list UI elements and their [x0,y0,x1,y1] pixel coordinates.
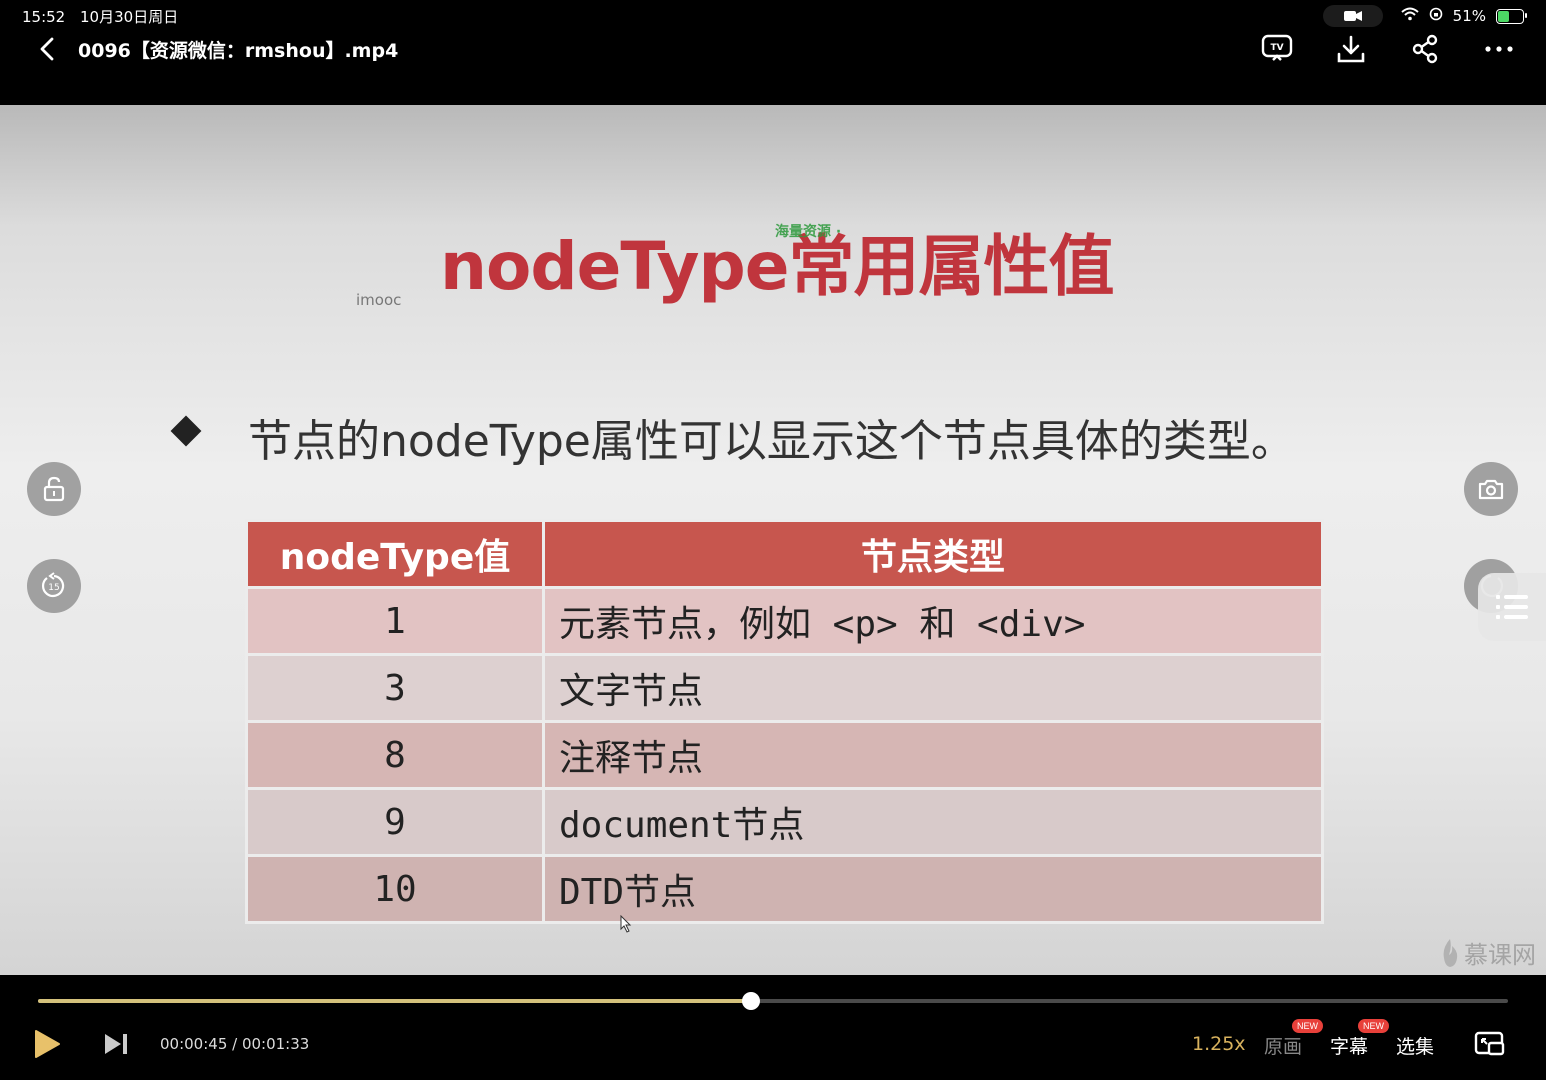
table-row: 8 注释节点 [245,720,1324,790]
video-title: 0096【资源微信：rmshou】.mp4 [78,40,399,62]
cell-type: document节点 [542,787,1324,857]
subtitle-new-badge: NEW [1358,1019,1389,1033]
top-bar: 0096【资源微信：rmshou】.mp4 TV [0,26,1546,72]
table-row: 1 元素节点，例如 <p> 和 <div> [245,586,1324,656]
playlist-button[interactable] [1478,573,1546,641]
screen-lock-button[interactable] [27,462,81,516]
share-icon [1412,34,1438,64]
table-header-row: nodeType值 节点类型 [245,519,1324,589]
status-date: 10月30日周日 [80,8,179,26]
quality-new-badge: NEW [1292,1019,1323,1033]
svg-text:15: 15 [48,583,59,593]
cell-type: 注释节点 [542,720,1324,790]
header-node-type: 节点类型 [542,519,1324,589]
progress-knob[interactable] [741,992,760,1010]
cell-type: 元素节点，例如 <p> 和 <div> [542,586,1324,656]
table-row: 10 DTD节点 [245,854,1324,924]
episodes-button[interactable]: 选集 [1396,1032,1434,1059]
bullet-text: 节点的nodeType属性可以显示这个节点具体的类型。 [248,416,1295,467]
skip-next-icon [105,1034,127,1054]
progress-bar[interactable] [38,992,1508,1010]
back-button[interactable] [30,32,64,66]
more-icon [1485,46,1513,52]
bullet-diamond-icon [170,415,202,447]
rewind-15-icon: 15 [41,572,65,598]
unlock-icon [43,476,65,502]
more-button[interactable] [1480,30,1518,68]
battery-percent: 51% [1452,7,1486,25]
battery-icon [1496,8,1527,24]
tv-cast-icon: TV [1261,34,1293,61]
cell-type: 文字节点 [542,653,1324,723]
cell-value: 9 [245,787,545,857]
time-display: 00:00:45 / 00:01:33 [160,1035,310,1053]
imooc-watermark: imooc [356,291,402,309]
header-nodetype-value: nodeType值 [245,519,545,589]
tv-cast-button[interactable]: TV [1258,30,1296,68]
table-row: 9 document节点 [245,787,1324,857]
subtitle-button[interactable]: 字幕 [1330,1032,1368,1059]
chevron-left-icon [40,37,54,61]
svg-text:TV: TV [1270,43,1283,53]
speed-button[interactable]: 1.25x [1192,1033,1246,1055]
next-episode-button[interactable] [102,1030,130,1058]
picture-in-picture-icon [1474,1031,1505,1056]
table-row: 3 文字节点 [245,653,1324,723]
cell-value: 10 [245,854,545,924]
quality-button[interactable]: 原画 [1264,1032,1302,1059]
cell-value: 1 [245,586,545,656]
screenshot-button[interactable] [1464,462,1518,516]
flame-logo-icon [1443,938,1458,967]
video-frame[interactable]: nodeType常用属性值 海量资源 · imooc 节点的nodeType属性… [0,105,1546,975]
wifi-icon [1400,7,1419,25]
status-time: 15:52 [22,8,66,26]
imooc-brand-watermark: 慕课网 [1440,935,1536,970]
camera-indicator-icon [1322,5,1383,27]
brand-name: 慕课网 [1464,941,1536,969]
camera-icon [1478,479,1504,500]
overlay-watermark: 海量资源 · [775,224,842,240]
mouse-cursor-icon [620,914,632,937]
cell-value: 3 [245,653,545,723]
orientation-lock-icon [1429,7,1443,25]
cell-type: DTD节点 [542,854,1324,924]
play-button[interactable] [32,1028,62,1060]
progress-played [38,999,751,1003]
share-button[interactable] [1406,30,1444,68]
play-icon [35,1030,60,1058]
nodetype-table: nodeType值 节点类型 1 元素节点，例如 <p> 和 <div> 3 文… [245,519,1324,924]
pip-button[interactable] [1474,1030,1506,1058]
download-button[interactable] [1332,30,1370,68]
download-icon [1337,35,1365,63]
rewind-15-button[interactable]: 15 [27,559,81,613]
cell-value: 8 [245,720,545,790]
list-icon [1496,595,1528,619]
